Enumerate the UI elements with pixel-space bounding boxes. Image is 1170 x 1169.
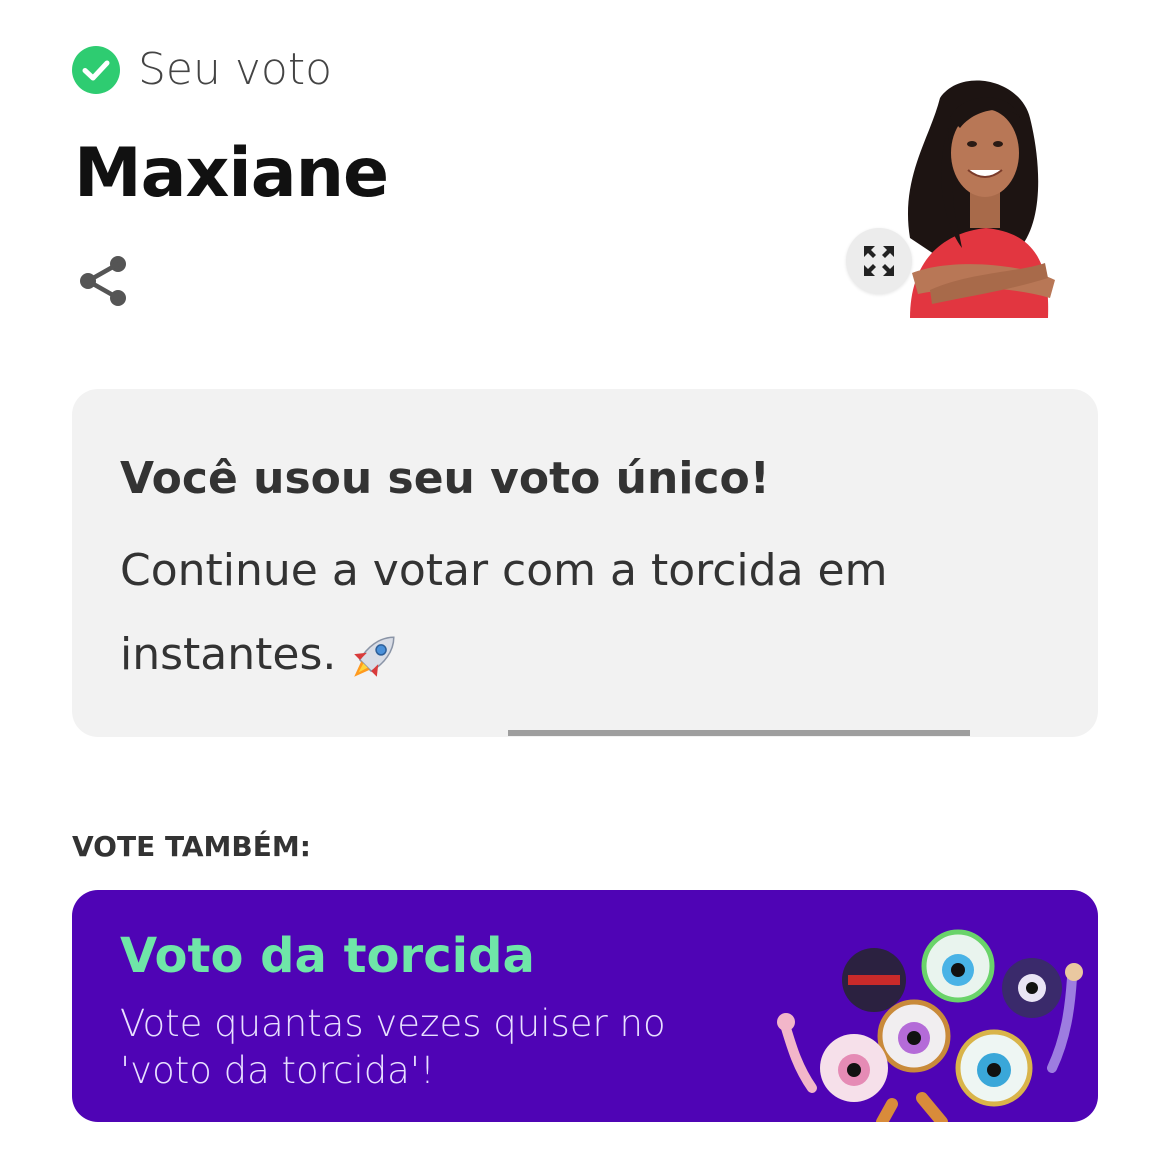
vote-status: Seu voto (72, 44, 332, 95)
fan-vote-card[interactable]: Voto da torcida Vote quantas vezes quise… (72, 890, 1098, 1122)
share-icon[interactable] (76, 254, 130, 308)
promo-description: Vote quantas vezes quiser no 'voto da to… (120, 1002, 666, 1092)
section-label: VOTE TAMBÉM: (72, 830, 311, 863)
expand-icon (864, 246, 894, 276)
progress-bar (508, 730, 970, 736)
info-body: Continue a votar com a torcida em instan… (120, 529, 920, 697)
candidate-name: Maxiane (74, 134, 389, 213)
mascots-illustration (777, 929, 1083, 1122)
info-body-text: Continue a votar com a torcida em instan… (120, 545, 888, 680)
info-title: Você usou seu voto único! (120, 453, 770, 504)
status-label: Seu voto (138, 44, 333, 95)
expand-photo-button[interactable] (846, 228, 912, 294)
progress-fill (508, 730, 970, 736)
promo-title: Voto da torcida (120, 928, 535, 984)
vote-used-card: Você usou seu voto único! Continue a vot… (72, 389, 1098, 737)
check-circle-icon (72, 45, 120, 94)
rocket-icon (354, 636, 395, 677)
